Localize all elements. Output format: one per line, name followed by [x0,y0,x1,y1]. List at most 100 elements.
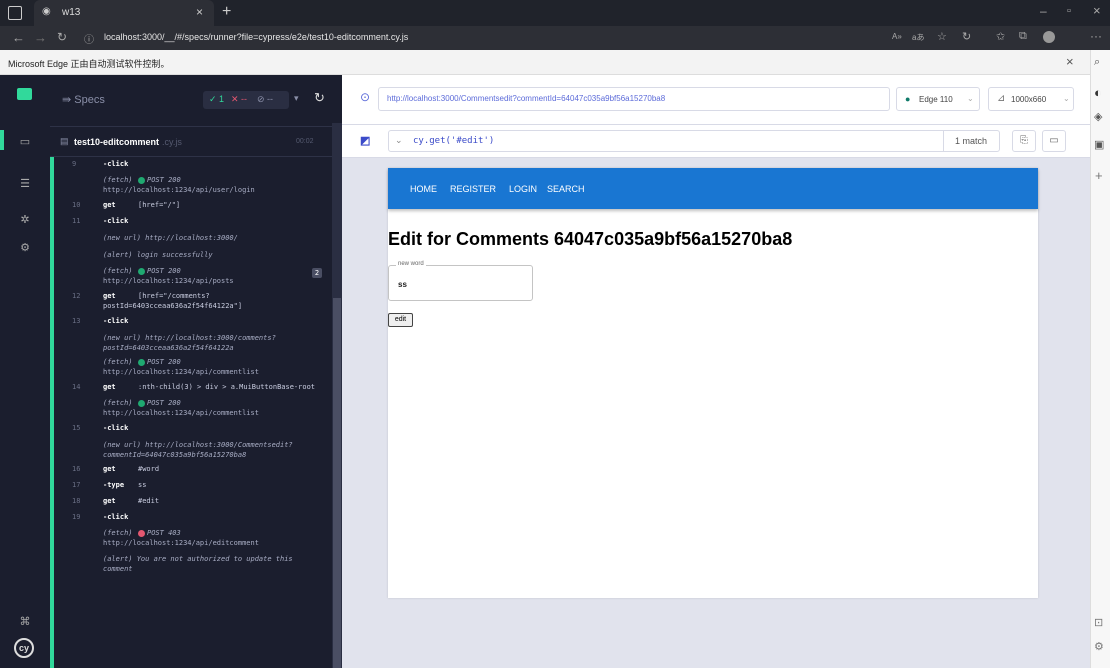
reporter-scrollbar[interactable] [332,123,342,668]
scrollbar-thumb[interactable] [333,298,341,668]
forward-icon[interactable]: → [34,30,47,45]
viewport-select[interactable]: ⊿ 1000x660 ⌄ [988,87,1074,111]
tab-actions-icon[interactable] [8,6,22,20]
nav-search-link[interactable]: SEARCH [547,184,585,194]
command-number: 18 [72,497,81,505]
maximize-icon[interactable]: ▫ [1067,5,1071,17]
bing-chat-icon[interactable]: ◐ [1094,85,1102,100]
auto-scroll-toggle[interactable]: ▾ [294,93,299,104]
fetch-label: (fetch) [103,399,133,407]
log-text: (alert) login successfully [103,251,213,259]
fetch-url: http://localhost:1234/api/user/login [103,186,255,194]
failed-count: ✕ -- [231,94,248,104]
new-tab-icon[interactable]: + [222,3,231,21]
print-to-console-icon[interactable]: ▭ [1042,130,1066,152]
minimize-icon[interactable]: – [1040,4,1047,18]
add-app-icon[interactable]: + [1095,168,1103,183]
profile-avatar[interactable] [1043,31,1055,43]
fetch-label: (fetch) [103,176,133,184]
back-icon[interactable]: ← [12,30,25,45]
copy-selector-icon[interactable]: ⎘ [1012,130,1036,152]
search-icon[interactable]: ⌕ [1094,56,1100,69]
new-word-field[interactable]: new word ss [388,261,533,301]
command-message: #word [138,465,160,473]
command-row[interactable]: 10 get [href="/"] [50,198,332,214]
element-picker-icon[interactable]: ◩ [360,134,370,147]
command-row[interactable]: 17 -type ss [50,478,332,494]
sync-icon[interactable]: ↻ [962,30,971,43]
command-number: 13 [72,317,81,325]
command-row[interactable]: 15 -click [50,421,332,437]
command-number: 16 [72,465,81,473]
shopping-icon[interactable]: ◈ [1094,110,1102,123]
command-row[interactable]: 9 -click [50,157,332,173]
fetch-status: POST 200 [136,175,181,185]
cypress-logo-icon: cy [14,638,34,658]
command-row[interactable]: 13 -click [50,314,332,330]
browser-tab[interactable]: ◉ w13 × [34,0,214,26]
command-sub-row[interactable]: (new url) http://localhost:3000/ [50,230,332,247]
command-sub-row[interactable]: (fetch) POST 200 http://localhost:1234/api… [50,355,332,380]
command-row[interactable]: 12 get [href="/comments? postId=6403cceaa63… [50,289,332,314]
command-message: #edit [138,497,160,505]
command-name: get [103,292,116,300]
command-sub-row[interactable]: (alert) You are not authorized to update… [50,551,332,576]
command-row[interactable]: 16 get #word [50,462,332,478]
nav-register-link[interactable]: REGISTER [450,184,496,194]
command-name: get [103,497,116,505]
url-text: localhost:3000/__/#/specs/runner?file=cy… [104,32,409,42]
office-icon[interactable]: ▣ [1094,138,1104,151]
tab-favicon-icon: ◉ [42,6,51,17]
rerun-icon[interactable]: ↻ [314,90,325,106]
browser-select[interactable]: ● Edge 110 ⌄ [896,87,980,111]
command-row[interactable]: 18 get #edit [50,494,332,510]
aut-url-field[interactable]: http://localhost:3000/Commentsedit?comme… [378,87,890,111]
translate-icon[interactable]: aあ [912,32,924,43]
runs-nav-icon[interactable]: ☰ [17,177,33,190]
collections-icon[interactable]: ⧉ [1019,30,1027,43]
keyboard-shortcuts-icon[interactable]: ⌘ [17,615,33,628]
hide-sidebar-icon[interactable]: ⊡ [1094,616,1103,629]
specs-nav-icon[interactable]: ▭ [17,135,33,148]
edit-button[interactable]: edit [388,313,413,327]
log-text: (new url) http://localhost:3000/ [103,234,238,242]
chevron-down-icon[interactable]: ⌄ [395,135,403,146]
command-sub-row[interactable]: (fetch) POST 200 http://localhost:1234/api… [50,264,332,289]
status-dot [138,529,145,537]
command-row[interactable]: 14 get:nth-child(3) > div > a.MuiButtonBa… [50,380,332,396]
more-options-icon[interactable]: ··· [1090,29,1102,43]
chevron-down-icon: ⌄ [967,94,974,103]
selector-playground-icon[interactable]: ⊙ [360,90,370,104]
command-sub-row[interactable]: (fetch) POST 200 http://localhost:1234/api… [50,396,332,421]
app-navbar: HOME REGISTER LOGIN SEARCH [388,168,1038,209]
nav-login-link[interactable]: LOGIN [509,184,537,194]
chevron-down-icon: ⌄ [1063,94,1070,103]
tab-close-icon[interactable]: × [196,5,203,19]
command-row[interactable]: 19 -click [50,510,332,526]
command-sub-row[interactable]: (fetch) POST 403 http://localhost:1234/api… [50,526,332,551]
refresh-icon[interactable]: ↻ [57,30,67,44]
debug-nav-icon[interactable]: ✲ [17,213,33,226]
command-sub-row[interactable]: (alert) login successfully [50,247,332,264]
cypress-app-icon[interactable] [17,88,32,100]
infobar-close-icon[interactable]: × [1066,54,1074,69]
close-window-icon[interactable]: × [1093,3,1101,18]
favorites-icon[interactable]: ✩ [996,30,1005,43]
command-sub-row[interactable]: (new url) http://localhost:3000/comments… [50,330,332,355]
specs-toggle[interactable]: ⇛ Specs [62,93,105,106]
command-name: -type [103,481,125,489]
command-sub-row[interactable]: (fetch) POST 200 http://localhost:1234/api… [50,173,332,198]
command-message-cont: postId=6403cceaa636a2f54f64122a"] [103,302,243,310]
settings-nav-icon[interactable]: ⚙ [17,241,33,254]
selector-input[interactable]: ⌄ cy.get('#edit') 1 match [388,130,1000,152]
read-aloud-icon[interactable]: A» [892,32,902,41]
info-icon[interactable]: ⓘ [84,31,94,46]
command-row[interactable]: 11 -click [50,214,332,230]
sidebar-settings-icon[interactable]: ⚙ [1094,640,1104,653]
nav-home-link[interactable]: HOME [410,184,437,194]
favorite-add-icon[interactable]: ☆ [937,30,947,43]
url-field[interactable]: ⓘ localhost:3000/__/#/specs/runner?file=… [78,28,918,48]
aut-url-text: http://localhost:3000/Commentsedit?comme… [387,94,666,103]
command-sub-row[interactable]: (new url) http://localhost:3000/Comments… [50,437,332,462]
spec-name: test10-editcomment [74,137,160,147]
